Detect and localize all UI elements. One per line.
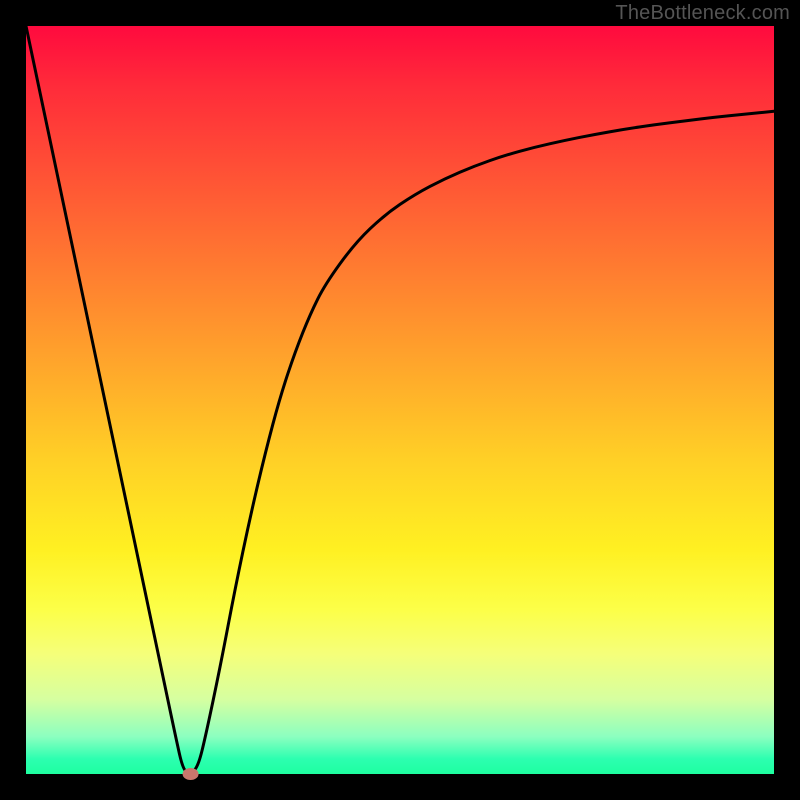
plot-area [26, 26, 774, 774]
attribution-text: TheBottleneck.com [615, 2, 790, 25]
chart-frame: TheBottleneck.com [0, 0, 800, 800]
curve-svg [26, 26, 774, 774]
bottleneck-curve [26, 26, 774, 773]
minimum-marker [183, 768, 199, 780]
